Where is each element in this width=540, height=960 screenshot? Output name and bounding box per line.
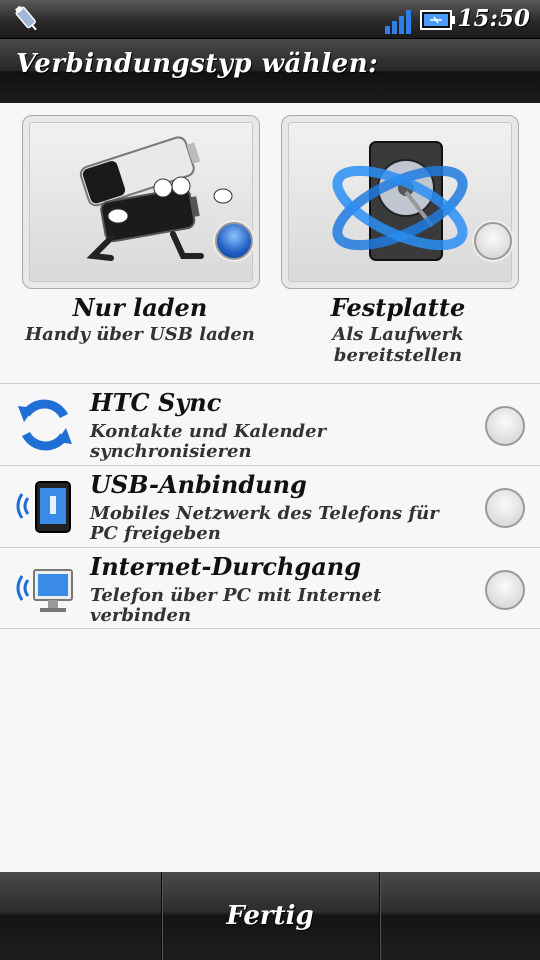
option-card-disk-drive[interactable] xyxy=(281,115,519,289)
battery-character-icon xyxy=(79,136,233,261)
charge-only-subtitle: Handy über USB laden xyxy=(25,324,255,345)
charge-only-title: Nur laden xyxy=(72,293,208,322)
list-item-usb-tethering[interactable]: USB-Anbindung Mobiles Netzwerk des Telef… xyxy=(0,465,540,547)
done-button[interactable]: Fertig xyxy=(162,872,378,960)
usb-tethering-subtitle: Mobiles Netzwerk des Telefons für PC fre… xyxy=(90,503,439,544)
sync-icon xyxy=(18,399,72,451)
phone-wireless-icon xyxy=(16,481,71,533)
page-title: Verbindungstyp wählen: xyxy=(16,49,379,79)
disk-drive-title: Festplatte xyxy=(330,293,466,322)
hard-disk-icon xyxy=(332,141,468,261)
signal-icon xyxy=(385,10,411,34)
disk-drive-subtitle: Als Laufwerk bereitstellen xyxy=(332,324,464,366)
disk-drive-label: Festplatte Als Laufwerk bereitstellen xyxy=(268,292,528,366)
status-time: 15:50 xyxy=(457,5,530,32)
list-item-htc-sync[interactable]: HTC Sync Kontakte und Kalender synchroni… xyxy=(0,383,540,465)
dialog-header: Verbindungstyp wählen: xyxy=(0,39,540,103)
charge-only-radio[interactable] xyxy=(215,222,253,260)
internet-passthrough-radio[interactable] xyxy=(485,570,525,610)
bottom-bar: Fertig xyxy=(0,872,540,960)
internet-passthrough-title: Internet-Durchgang xyxy=(90,552,361,581)
option-card-charge-only[interactable] xyxy=(22,115,260,289)
usb-tethering-title: USB-Anbindung xyxy=(90,470,307,499)
monitor-wireless-icon xyxy=(16,569,73,612)
list-item-internet-passthrough[interactable]: Internet-Durchgang Telefon über PC mit I… xyxy=(0,547,540,629)
usb-tethering-radio[interactable] xyxy=(485,488,525,528)
disk-drive-radio[interactable] xyxy=(474,222,512,260)
htc-sync-radio[interactable] xyxy=(485,406,525,446)
bottom-divider-right xyxy=(379,872,380,960)
list-divider xyxy=(0,628,540,629)
usb-icon xyxy=(15,5,37,31)
internet-passthrough-subtitle: Telefon über PC mit Internet verbinden xyxy=(90,585,382,626)
htc-sync-title: HTC Sync xyxy=(90,388,222,417)
htc-sync-subtitle: Kontakte und Kalender synchronisieren xyxy=(90,421,327,462)
status-bar: 15:50 xyxy=(0,0,540,39)
battery-icon xyxy=(420,10,455,30)
charge-only-label: Nur laden Handy über USB laden xyxy=(10,292,270,345)
